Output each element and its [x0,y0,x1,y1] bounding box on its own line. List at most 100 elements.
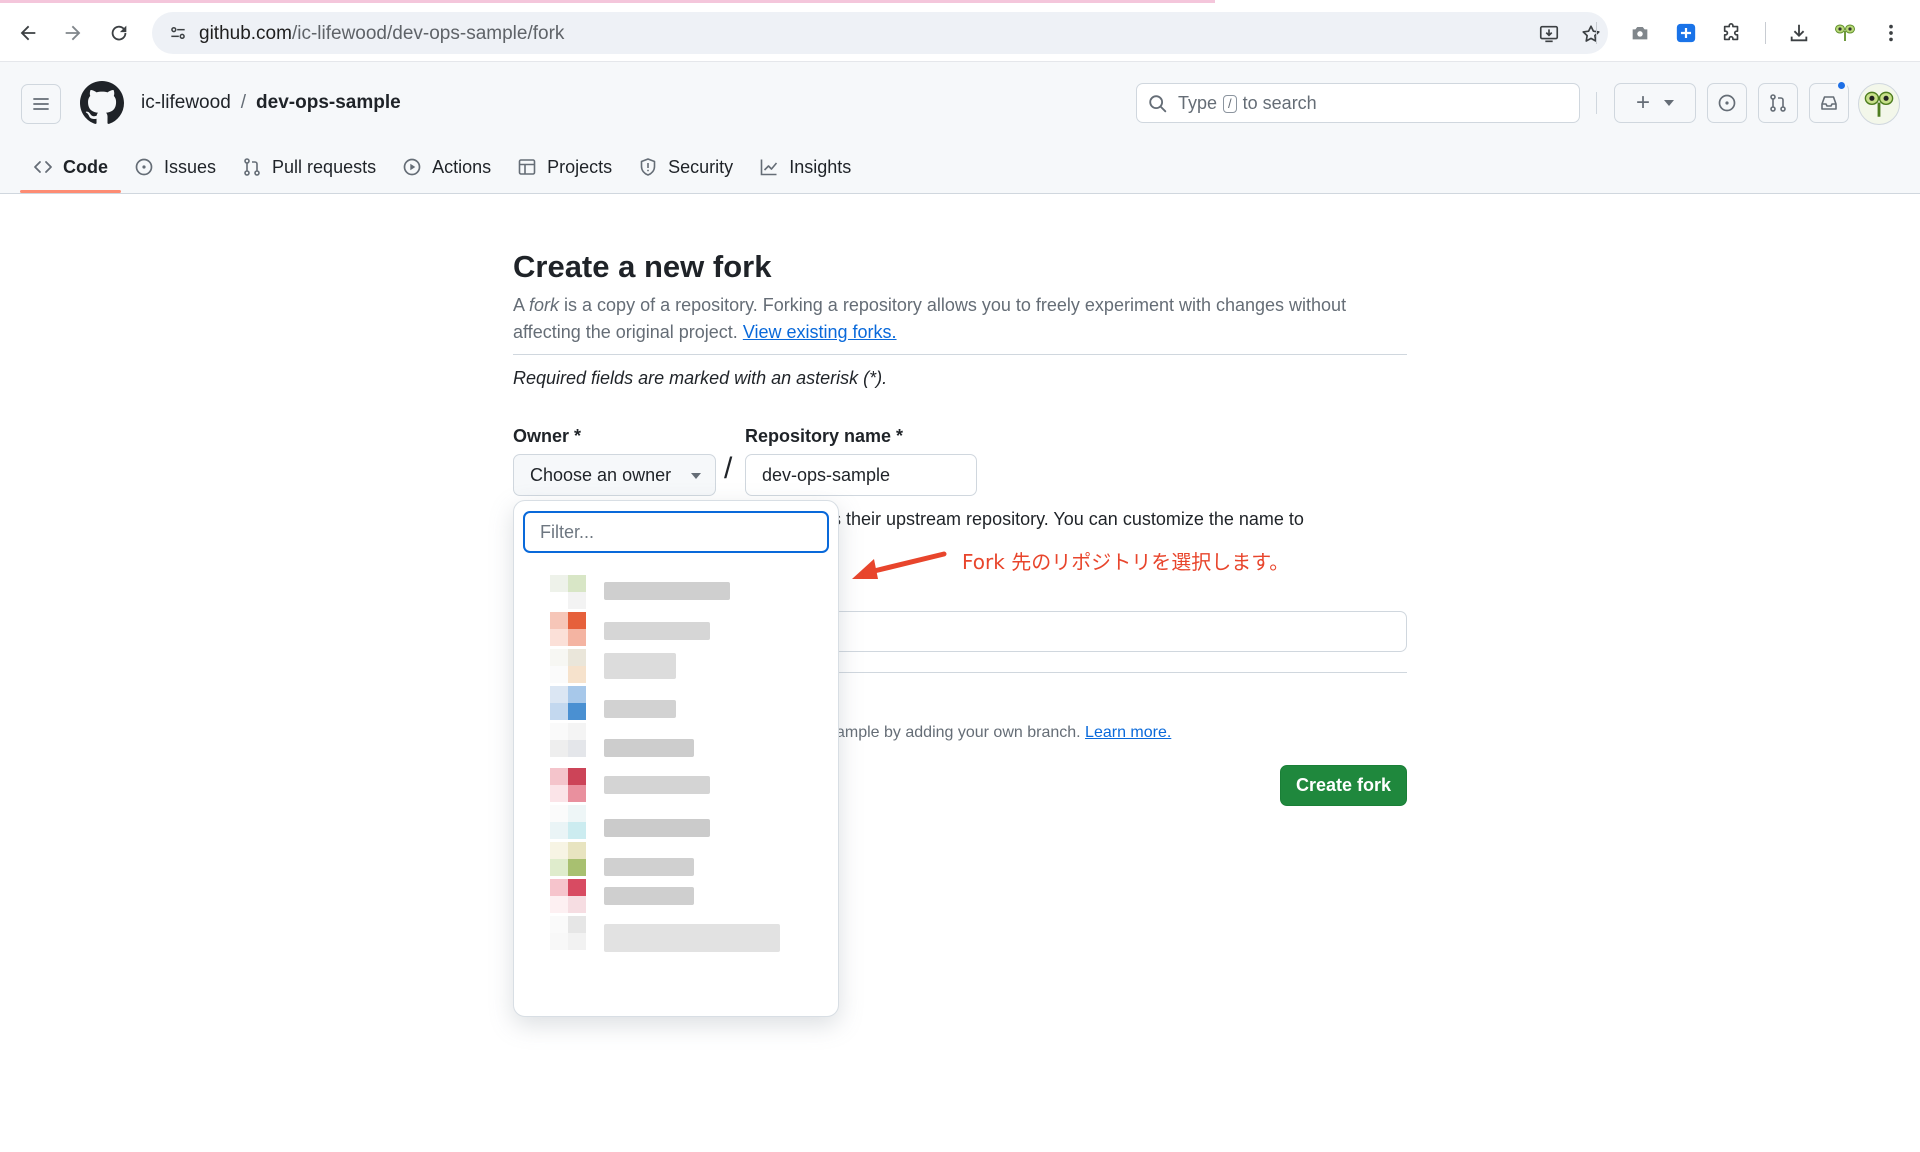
header-divider [1596,92,1597,114]
annotation-text: Fork 先のリポジトリを選択します。 [962,550,1290,574]
camera-extension-icon[interactable] [1625,18,1655,48]
intro-part-1: A [513,295,530,315]
git-pull-request-icon [1770,94,1786,112]
profile-sprout-icon[interactable] [1830,18,1860,48]
owner-avatar [550,575,586,609]
search-suffix: to search [1242,93,1317,113]
owner-name-redacted [604,653,676,679]
tab-code[interactable]: Code [20,143,121,193]
global-menu-button[interactable] [21,84,61,124]
owner-name-redacted [604,622,710,640]
repository-name-input[interactable]: dev-ops-sample [745,454,977,496]
owner-dropdown: Filter... [513,500,839,1017]
search-prefix: Type [1178,93,1218,113]
owner-name-redacted [604,700,676,718]
triangle-down-icon [691,473,701,479]
browser-menu-icon[interactable] [1876,18,1906,48]
arrow-right-icon [65,25,81,41]
create-new-button[interactable]: + [1614,83,1696,123]
bookmark-star-icon[interactable] [1577,20,1605,48]
owner-repo-separator: / [724,452,733,485]
arrow-left-icon [20,25,36,41]
tab-label: Security [668,156,734,177]
issues-button[interactable] [1707,83,1747,123]
naming-note: s their upstream repository. You can cus… [832,509,1304,529]
search-input[interactable]: Type / to search [1136,83,1580,123]
filter-input[interactable]: Filter... [523,511,829,553]
plus-icon: + [1635,89,1650,116]
github-logo-icon[interactable] [80,81,124,125]
description-input[interactable] [836,611,1407,652]
avatar[interactable] [1858,83,1900,125]
user-avatar-icon [1864,91,1894,117]
search-shortcut-key: / [1223,94,1237,113]
required-fields-note: Required fields are marked with an aster… [513,368,888,388]
learn-more-link[interactable]: Learn more. [1085,724,1171,741]
owner-avatar [550,686,586,720]
tab-projects[interactable]: Projects [504,143,625,191]
play-icon [402,157,422,177]
create-fork-button[interactable]: Create fork [1280,765,1407,806]
issue-opened-icon [1718,94,1736,112]
forward-button[interactable] [57,17,89,49]
tab-label: Insights [789,156,852,177]
intro-part-2: is a copy of a repository. Forking a rep… [513,295,1347,342]
active-tab-underline [20,190,121,193]
choose-owner-button[interactable]: Choose an owner [513,454,716,496]
divider [836,672,1407,673]
owner-name-redacted [604,858,694,876]
url-host: github.com [199,23,292,44]
reload-button[interactable] [103,17,135,49]
tab-insights[interactable]: Insights [746,143,864,191]
pull-requests-button[interactable] [1758,83,1798,123]
search-icon [1149,95,1167,113]
tab-actions[interactable]: Actions [389,143,504,191]
tab-pull-requests[interactable]: Pull requests [229,143,389,191]
extensions-puzzle-icon[interactable] [1717,18,1747,48]
owner-avatar [550,723,586,757]
shield-icon [638,157,658,177]
plus-extension-icon[interactable] [1671,18,1701,48]
graph-icon [759,157,779,177]
download-icon[interactable] [1784,18,1814,48]
tab-label: Pull requests [272,156,377,177]
issue-icon [134,157,154,177]
copy-branch-text: ample by adding your own branch. [836,724,1081,741]
inbox-icon [1821,96,1837,110]
tab-security[interactable]: Security [625,143,746,191]
install-app-icon[interactable] [1535,20,1563,48]
github-header: ic-lifewood / dev-ops-sample Type / to searc… [0,62,1920,194]
page-title: Create a new fork [513,249,772,284]
back-button[interactable] [12,17,44,49]
url-text[interactable]: github.com/ic-lifewood/dev-ops-sample/fo… [199,23,564,45]
owner-link[interactable]: ic-lifewood [141,92,231,113]
owner-name-redacted [604,819,710,837]
owner-name-redacted [604,582,730,600]
toolbar-divider [1596,22,1597,44]
owner-avatar [550,612,586,646]
owner-label: Owner * [513,426,582,446]
breadcrumb: ic-lifewood / dev-ops-sample [141,92,401,114]
reload-icon [111,25,127,41]
owner-name-redacted [604,924,780,952]
tab-label: Projects [547,156,613,177]
site-info-icon[interactable] [164,19,192,47]
tab-label: Code [63,156,108,177]
repo-link[interactable]: dev-ops-sample [256,92,401,113]
tab-issues[interactable]: Issues [121,143,229,191]
search-placeholder: Type / to search [1178,93,1317,114]
address-bar[interactable]: github.com/ic-lifewood/dev-ops-sample/fo… [152,12,1608,54]
owner-avatar [550,805,586,839]
owner-name-redacted [604,776,710,794]
tab-label: Issues [164,156,217,177]
repository-name-value: dev-ops-sample [762,464,891,485]
tab-label: Actions [432,156,492,177]
owner-avatar [550,842,586,876]
notification-dot [1836,80,1847,91]
owner-avatar [550,879,586,913]
choose-owner-label: Choose an owner [530,464,672,485]
hamburger-icon [33,98,49,110]
owner-name-redacted [604,739,694,757]
view-existing-forks-link[interactable]: View existing forks. [743,322,897,342]
filter-placeholder: Filter... [540,521,595,542]
